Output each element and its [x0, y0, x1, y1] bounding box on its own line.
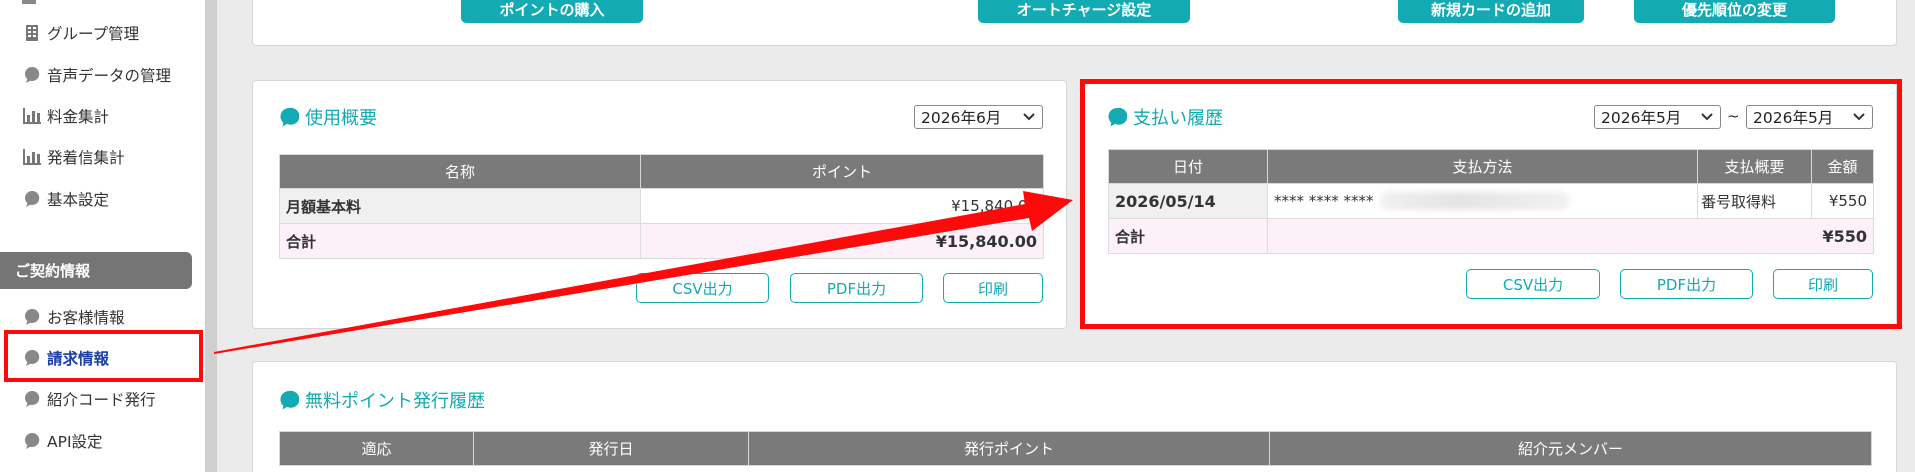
annotation-arrow [214, 191, 1073, 354]
